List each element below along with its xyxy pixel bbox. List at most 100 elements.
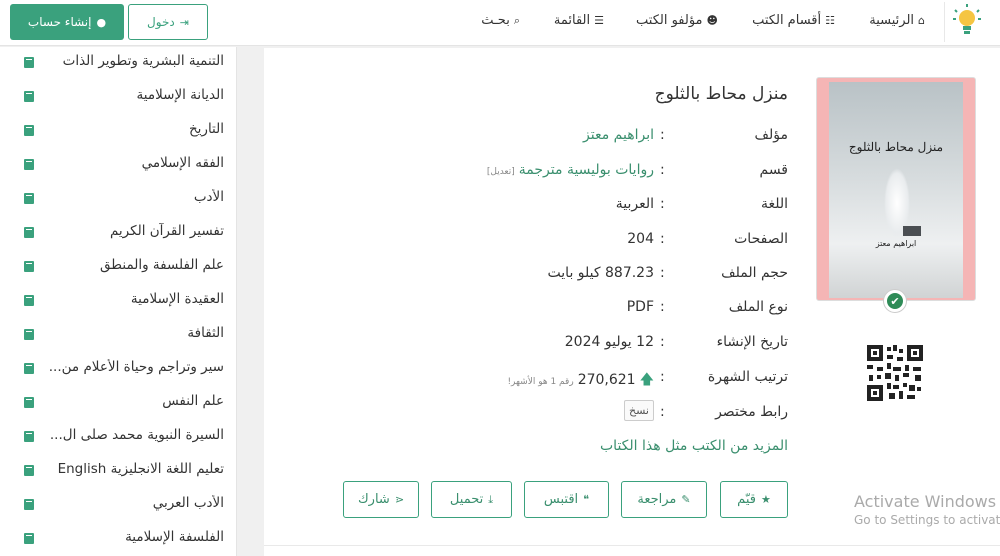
share-icon: ⋖ <box>394 493 405 506</box>
edit-icon: ✎ <box>681 493 691 506</box>
rate-button[interactable]: ★ قيّم <box>720 481 788 518</box>
home-icon: ⌂ <box>918 14 925 27</box>
copy-button[interactable]: نسخ <box>624 400 654 421</box>
sidebar-item[interactable]: الثقافة <box>0 319 236 353</box>
author-label: مؤلف <box>754 127 789 143</box>
download-icon: ⤓ <box>488 492 494 506</box>
rank-note: رقم 1 هو الأشهر! <box>507 377 574 387</box>
activate-windows-hint: Go to Settings to activate <box>854 513 1000 527</box>
created-label: تاريخ الإنشاء <box>716 334 788 350</box>
snow-house <box>903 226 921 236</box>
book-icon <box>24 533 34 544</box>
cover-title: منزل محاط بالثلوج <box>848 140 944 154</box>
sidebar-item[interactable]: السيرة النبوية محمد صلى ال... <box>0 421 236 455</box>
file-size-value: 887.23 كيلو بايت <box>547 265 654 281</box>
sidebar-item[interactable]: علم النفس <box>0 387 236 421</box>
book-icon <box>24 363 34 374</box>
colon: : <box>660 265 665 281</box>
sidebar-item[interactable]: الأدب <box>0 183 236 217</box>
bars-icon: ☰ <box>594 14 604 27</box>
sidebar-item[interactable]: تعليم اللغة الانجليزية English <box>0 455 236 489</box>
sidebar-item[interactable]: علم الفلسفة والمنطق <box>0 251 236 285</box>
nav-authors[interactable]: ☻مؤلفو الكتب <box>636 13 718 28</box>
file-type-value: PDF <box>626 299 654 315</box>
share-button[interactable]: ⋖ شارك <box>343 481 419 518</box>
register-button[interactable]: ● إنشاء حساب <box>10 4 124 40</box>
short-link-label: رابط مختصر <box>715 404 788 420</box>
section-value: روايات بوليسية مترجمة [تعديل] <box>487 162 654 178</box>
section-link[interactable]: روايات بوليسية مترجمة <box>519 162 654 178</box>
sidebar-item[interactable]: الفلسفة الإسلامية <box>0 523 236 556</box>
divider <box>264 545 1000 546</box>
search-icon: ⌕ <box>513 14 520 27</box>
author-link[interactable]: ابراهيم معتز <box>583 127 654 143</box>
pages-value: 204 <box>627 231 654 247</box>
rank-label: ترتيب الشهرة <box>707 369 788 385</box>
sidebar-item[interactable]: الديانة الإسلامية <box>0 81 236 115</box>
colon: : <box>660 404 665 420</box>
colon: : <box>660 196 665 212</box>
colon: : <box>660 334 665 350</box>
book-cover[interactable]: منزل محاط بالثلوج ابراهيم معتز <box>816 77 976 301</box>
rank-value: 🡅270,621رقم 1 هو الأشهر! <box>507 372 654 388</box>
sidebar-item[interactable]: الأدب العربي <box>0 489 236 523</box>
arrow-up-icon: 🡅 <box>639 372 654 388</box>
site-logo[interactable] <box>944 2 992 42</box>
colon: : <box>660 162 665 178</box>
nav-search[interactable]: ⌕بحـث <box>481 13 520 28</box>
sign-in-icon: ⇥ <box>179 15 189 29</box>
created-value: 12 يوليو 2024 <box>564 334 654 350</box>
book-icon <box>24 91 34 102</box>
book-icon <box>24 329 34 340</box>
book-icon <box>24 431 34 442</box>
nav-menu[interactable]: ☰القائمة <box>554 13 604 28</box>
users-icon: ☻ <box>706 14 718 27</box>
login-button[interactable]: ⇥ دخول <box>128 4 208 40</box>
colon: : <box>660 369 665 385</box>
book-icon <box>24 193 34 204</box>
quote-icon: ❝ <box>583 493 590 506</box>
book-title: منزل محاط بالثلوج <box>654 84 788 104</box>
colon: : <box>660 299 665 315</box>
pages-label: الصفحات <box>734 231 788 247</box>
categories-sidebar: التنمية البشرية وتطوير الذات الديانة الإ… <box>0 47 237 556</box>
sidebar-item[interactable]: الفقه الإسلامي <box>0 149 236 183</box>
short-link-value: نسخ <box>624 400 654 421</box>
cover-image: منزل محاط بالثلوج ابراهيم معتز <box>829 82 963 298</box>
review-button[interactable]: ✎ مراجعة <box>621 481 707 518</box>
sidebar-item[interactable]: التاريخ <box>0 115 236 149</box>
colon: : <box>660 127 665 143</box>
book-icon <box>24 159 34 170</box>
sidebar-item[interactable]: تفسير القرآن الكريم <box>0 217 236 251</box>
activate-windows-title: Activate Windows <box>854 492 997 511</box>
book-icon <box>24 57 34 68</box>
book-icon <box>24 227 34 238</box>
sidebar-item[interactable]: التنمية البشرية وتطوير الذات <box>0 47 236 81</box>
sidebar-item[interactable]: سير وتراجم وحياة الأعلام من... <box>0 353 236 387</box>
book-icon <box>24 499 34 510</box>
download-button[interactable]: ⤓ تحميل <box>431 481 512 518</box>
book-icon <box>24 397 34 408</box>
star-icon: ★ <box>760 493 771 506</box>
book-icon <box>24 261 34 272</box>
cover-author: ابراهيم معتز <box>875 239 917 248</box>
colon: : <box>660 231 665 247</box>
nav-sections[interactable]: ☷أقسام الكتب <box>752 13 835 28</box>
qr-code <box>867 345 923 401</box>
quote-button[interactable]: ❝ اقتبس <box>524 481 609 518</box>
verified-check-icon: ✔ <box>884 290 906 312</box>
sitemap-icon: ☷ <box>825 14 835 27</box>
edit-link[interactable]: [تعديل] <box>487 167 515 177</box>
book-icon <box>24 125 34 136</box>
file-size-label: حجم الملف <box>721 265 788 281</box>
more-books-link[interactable]: المزيد من الكتب مثل هذا الكتاب <box>600 438 788 454</box>
section-label: قسم <box>759 162 789 178</box>
file-type-label: نوع الملف <box>728 299 788 315</box>
language-label: اللغة <box>760 196 788 212</box>
user-icon: ● <box>96 15 107 29</box>
sidebar-item[interactable]: العقيدة الإسلامية <box>0 285 236 319</box>
top-navbar: ⌂الرئيسية ☷أقسام الكتب ☻مؤلفو الكتب ☰الق… <box>0 0 1000 46</box>
nav-home[interactable]: ⌂الرئيسية <box>869 13 925 28</box>
book-icon <box>24 465 34 476</box>
language-value: العربية <box>615 196 654 212</box>
